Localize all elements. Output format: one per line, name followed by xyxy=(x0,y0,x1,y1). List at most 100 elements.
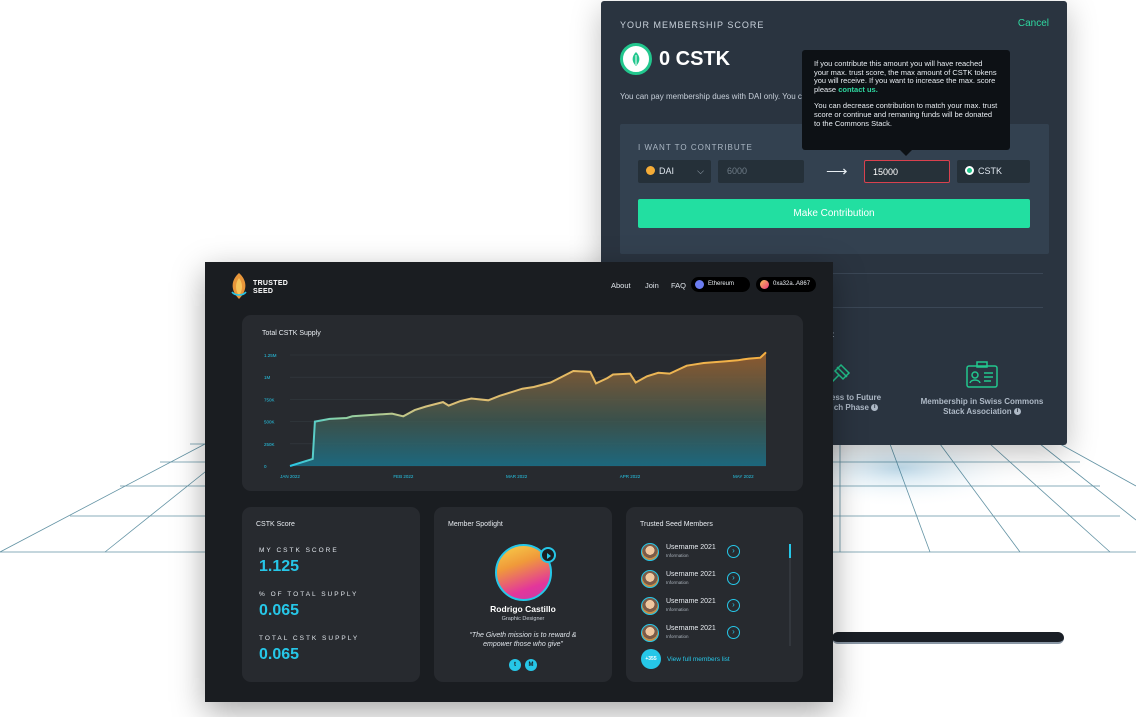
member-info: Information xyxy=(666,634,689,639)
cstk-coin-icon xyxy=(965,166,974,176)
total-supply-value: 0.065 xyxy=(259,646,300,663)
perk-swiss-membership: Membership in Swiss Commons Stack Associ… xyxy=(919,361,1045,417)
wallet-pill[interactable]: 0xa32a..A867 xyxy=(756,277,816,292)
brand-name: TRUSTED SEED xyxy=(253,280,288,296)
view-all-members-link[interactable]: View full members list xyxy=(667,656,730,663)
y-tick-label: 750K xyxy=(264,397,275,402)
member-name: Username 2021 xyxy=(666,625,716,632)
member-name: Username 2021 xyxy=(666,598,716,605)
modal-title: YOUR MEMBERSHIP SCORE xyxy=(620,20,765,30)
contribute-label: I WANT TO CONTRIBUTE xyxy=(638,143,753,152)
chevron-right-icon[interactable]: › xyxy=(727,572,740,585)
nav-faq[interactable]: FAQ xyxy=(671,281,686,290)
y-tick-label: 1M xyxy=(264,375,271,380)
member-avatar xyxy=(641,570,659,588)
id-card-icon xyxy=(966,361,998,388)
supply-area xyxy=(290,352,766,466)
member-avatar xyxy=(641,624,659,642)
membership-score: 0 CSTK xyxy=(659,48,731,70)
member-info: Information xyxy=(666,607,689,612)
spotlight-name: Rodrigo Castillo xyxy=(490,604,556,614)
member-row[interactable]: Username 2021 Information › xyxy=(641,623,791,645)
x-tick-label: MAY 2022 xyxy=(733,474,754,479)
trusted-members-card: Trusted Seed Members Username 2021 Infor… xyxy=(626,507,803,682)
cstk-score-card: CSTK Score MY CSTK SCORE 1.125 % OF TOTA… xyxy=(242,507,420,682)
tooltip-para2: You can decrease contribution to match y… xyxy=(814,101,998,128)
chevron-down-icon: ⌵ xyxy=(697,166,704,176)
nav-join[interactable]: Join xyxy=(645,281,659,290)
members-title: Trusted Seed Members xyxy=(640,521,713,528)
info-icon[interactable]: i xyxy=(1013,408,1021,416)
chevron-right-icon[interactable]: › xyxy=(727,599,740,612)
video-play-icon[interactable] xyxy=(540,547,556,563)
spotlight-quote: “The Giveth mission is to reward & empow… xyxy=(469,632,577,648)
pct-supply-label: % OF TOTAL SUPPLY xyxy=(259,591,359,598)
cancel-link[interactable]: Cancel xyxy=(1018,18,1049,29)
medium-icon[interactable]: M xyxy=(525,659,537,671)
spotlight-title: Member Spotlight xyxy=(448,521,503,528)
my-score-value: 1.125 xyxy=(259,558,300,575)
cstk-logo-icon xyxy=(620,43,652,75)
wallet-avatar-icon xyxy=(760,280,769,289)
total-supply-label: TOTAL CSTK SUPPLY xyxy=(259,635,360,642)
pay-amount-input[interactable]: 6000 xyxy=(718,160,804,183)
brand-line1: TRUSTED xyxy=(253,280,289,287)
member-row[interactable]: Username 2021 Information › xyxy=(641,596,791,618)
leaf-icon xyxy=(632,52,640,66)
arrow-right-icon: ⟶ xyxy=(826,163,848,180)
x-tick-label: MAR 2022 xyxy=(506,474,528,479)
dashboard-window: TRUSTED SEED About Join FAQ Ethereum 0xa… xyxy=(205,262,833,702)
dai-only-note: You can pay membership dues with DAI onl… xyxy=(620,92,802,101)
brand-logo[interactable]: TRUSTED SEED xyxy=(229,272,288,305)
members-scrollbar[interactable] xyxy=(789,544,791,646)
spotlight-role: Graphic Designer xyxy=(501,616,545,622)
decorative-bar xyxy=(832,632,1064,644)
x-tick-label: JAN 2022 xyxy=(280,474,300,479)
wallet-address: 0xa32a..A867 xyxy=(773,281,811,287)
pay-currency-select[interactable]: DAI ⌵ xyxy=(638,160,711,183)
network-label: Ethereum xyxy=(708,281,735,287)
dai-coin-icon xyxy=(646,166,655,176)
chevron-right-icon[interactable]: › xyxy=(727,545,740,558)
twitter-icon[interactable]: t xyxy=(509,659,521,671)
x-tick-label: FEB 2022 xyxy=(393,474,414,479)
member-spotlight-card: Member Spotlight Rodrigo Castillo Graphi… xyxy=(434,507,612,682)
y-tick-label: 1.25M xyxy=(264,353,277,358)
seed-logo-icon xyxy=(231,273,247,299)
contact-us-link[interactable]: contact us. xyxy=(838,85,878,94)
y-tick-label: 0 xyxy=(264,464,267,469)
perk-swiss-line2: Stack Association xyxy=(943,407,1012,416)
member-row[interactable]: Username 2021 Information › xyxy=(641,542,791,564)
score-card-title: CSTK Score xyxy=(256,521,295,528)
member-avatar xyxy=(641,543,659,561)
supply-chart-card: Total CSTK Supply 0 250K 500K 750K 1M 1.… xyxy=(242,315,803,491)
perk-launch-line2: ch Phase xyxy=(833,403,869,412)
info-icon[interactable]: i xyxy=(871,404,879,412)
scrollbar-thumb[interactable] xyxy=(789,544,791,558)
y-tick-label: 250K xyxy=(264,442,275,447)
receive-currency-display: CSTK xyxy=(957,160,1030,183)
x-tick-label: APR 2022 xyxy=(620,474,641,479)
brand-line2: SEED xyxy=(253,288,274,295)
ethereum-icon xyxy=(695,280,704,289)
supply-chart: 0 250K 500K 750K 1M 1.25M JAN 2022 FEB 2022 MAR… xyxy=(264,351,767,479)
y-tick-label: 500K xyxy=(264,420,275,425)
chevron-right-icon[interactable]: › xyxy=(727,626,740,639)
marketing-stage: YOUR MEMBERSHIP SCORE Cancel 0 CSTK You … xyxy=(0,0,1136,717)
member-name: Username 2021 xyxy=(666,544,716,551)
pay-currency-label: DAI xyxy=(659,166,675,176)
receive-currency-label: CSTK xyxy=(978,166,1003,176)
nav-about[interactable]: About xyxy=(611,281,631,290)
network-pill[interactable]: Ethereum xyxy=(691,277,750,292)
perk-swiss-line1: Membership in Swiss Commons xyxy=(920,397,1044,406)
member-name: Username 2021 xyxy=(666,571,716,578)
member-info: Information xyxy=(666,580,689,585)
make-contribution-button[interactable]: Make Contribution xyxy=(638,199,1030,228)
pct-supply-value: 0.065 xyxy=(259,602,300,619)
more-members-badge: +355 xyxy=(641,649,661,669)
member-row[interactable]: Username 2021 Information › xyxy=(641,569,791,591)
max-score-tooltip: If you contribute this amount you will h… xyxy=(802,50,1010,156)
receive-amount-input[interactable]: 15000 xyxy=(864,160,950,183)
member-avatar xyxy=(641,597,659,615)
member-info: Information xyxy=(666,553,689,558)
